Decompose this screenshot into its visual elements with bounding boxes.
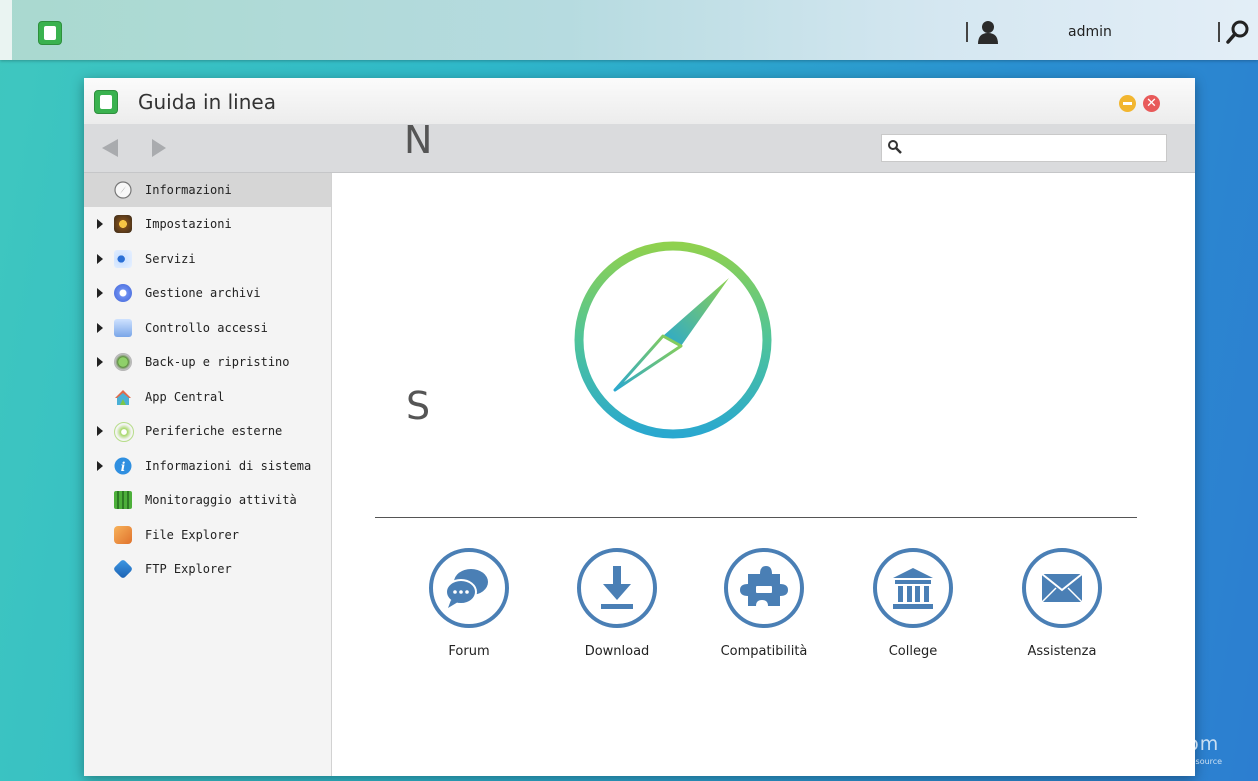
content-divider	[375, 517, 1137, 518]
window-titlebar[interactable]: Guida in linea ✕	[84, 78, 1195, 124]
back-arrow-icon[interactable]	[102, 139, 118, 157]
sidebar-item-controllo-accessi[interactable]: Controllo accessi	[84, 311, 331, 345]
minimize-icon[interactable]	[1119, 95, 1136, 112]
info-icon: i	[114, 457, 132, 475]
download-icon	[601, 566, 633, 609]
sidebar-item-informazioni[interactable]: Informazioni	[84, 173, 331, 207]
taskbar-edge	[0, 0, 12, 60]
expand-arrow-icon[interactable]	[97, 254, 103, 264]
college-link[interactable]: College	[843, 548, 983, 659]
sidebar-item-label: File Explorer	[145, 528, 239, 542]
window-title: Guida in linea	[138, 90, 276, 114]
app-launcher-icon[interactable]	[38, 21, 62, 45]
support-icon	[1041, 573, 1083, 603]
sidebar: Informazioni Impostazioni Servizi Gestio…	[84, 173, 332, 776]
link-label: Assistenza	[1027, 644, 1097, 659]
expand-arrow-icon[interactable]	[97, 357, 103, 367]
compass-north-label: N	[404, 118, 433, 162]
access-icon	[114, 319, 132, 337]
download-link[interactable]: Download	[547, 548, 687, 659]
settings-icon	[114, 215, 132, 233]
forward-arrow-icon[interactable]	[152, 139, 166, 157]
forum-button[interactable]	[429, 548, 509, 628]
forum-icon	[445, 569, 488, 608]
help-app-icon	[94, 90, 118, 114]
taskbar-separator	[966, 22, 968, 42]
compass-graphic	[574, 241, 772, 439]
expand-arrow-icon[interactable]	[97, 461, 103, 471]
svg-text:i: i	[121, 460, 126, 474]
link-label: College	[888, 644, 938, 659]
support-button[interactable]	[1022, 548, 1102, 628]
sidebar-item-label: Back-up e ripristino	[145, 355, 290, 369]
external-devices-icon	[114, 422, 134, 442]
ftp-explorer-icon	[112, 558, 134, 580]
taskbar: admin	[0, 0, 1258, 60]
sidebar-item-periferiche-esterne[interactable]: Periferiche esterne	[84, 414, 331, 448]
user-icon[interactable]	[977, 20, 999, 44]
sidebar-item-app-central[interactable]: App Central	[84, 380, 331, 414]
sidebar-item-back-up[interactable]: Back-up e ripristino	[84, 345, 331, 379]
watermark: nexthardware.com	[1025, 733, 1220, 755]
download-button[interactable]	[577, 548, 657, 628]
sidebar-item-label: Monitoraggio attività	[145, 493, 297, 507]
compatibility-icon	[740, 566, 788, 606]
toolbar	[84, 124, 1195, 173]
sidebar-item-label: Gestione archivi	[145, 286, 261, 300]
expand-arrow-icon[interactable]	[97, 426, 103, 436]
expand-arrow-icon[interactable]	[97, 219, 103, 229]
link-label: Forum	[448, 644, 490, 659]
expand-arrow-icon[interactable]	[97, 323, 103, 333]
sidebar-item-label: Periferiche esterne	[145, 424, 283, 438]
support-link[interactable]: Assistenza	[992, 548, 1132, 659]
college-button[interactable]	[873, 548, 953, 628]
sidebar-item-label: FTP Explorer	[145, 562, 232, 576]
sidebar-item-label: Informazioni	[145, 183, 232, 197]
sidebar-item-label: Informazioni di sistema	[145, 459, 312, 473]
forum-link[interactable]: Forum	[399, 548, 539, 659]
services-icon	[114, 250, 132, 268]
sidebar-item-ftp-explorer[interactable]: FTP Explorer	[84, 552, 331, 586]
search-input[interactable]	[908, 137, 1162, 159]
sidebar-item-monitoraggio[interactable]: Monitoraggio attività	[84, 483, 331, 517]
sidebar-item-label: Controllo accessi	[145, 321, 268, 335]
search-icon[interactable]	[1225, 19, 1251, 45]
sidebar-item-label: Servizi	[145, 252, 196, 266]
sidebar-item-informazioni-sistema[interactable]: i Informazioni di sistema	[84, 449, 331, 483]
backup-icon	[114, 353, 132, 371]
sidebar-item-servizi[interactable]: Servizi	[84, 242, 331, 276]
sidebar-item-label: App Central	[145, 390, 225, 404]
compatibility-link[interactable]: Compatibilità	[694, 548, 834, 659]
search-field[interactable]	[881, 134, 1167, 162]
sidebar-item-impostazioni[interactable]: Impostazioni	[84, 207, 331, 241]
storage-icon	[114, 284, 132, 302]
close-icon[interactable]: ✕	[1143, 95, 1160, 112]
taskbar-separator	[1218, 22, 1220, 42]
user-name[interactable]: admin	[1068, 24, 1112, 40]
sidebar-item-gestione-archivi[interactable]: Gestione archivi	[84, 276, 331, 310]
file-explorer-icon	[114, 526, 132, 544]
sidebar-item-label: Impostazioni	[145, 217, 232, 231]
compass-south-label: S	[406, 384, 431, 428]
compass-icon	[114, 181, 132, 199]
expand-arrow-icon[interactable]	[97, 288, 103, 298]
search-icon	[888, 140, 902, 154]
college-icon	[893, 568, 933, 609]
link-label: Compatibilità	[720, 644, 808, 659]
app-central-icon	[115, 390, 131, 405]
compatibility-button[interactable]	[724, 548, 804, 628]
link-label: Download	[584, 644, 650, 659]
monitor-icon	[114, 491, 132, 509]
watermark-tagline: your ultimate professional resource	[1080, 757, 1223, 766]
sidebar-item-file-explorer[interactable]: File Explorer	[84, 518, 331, 552]
